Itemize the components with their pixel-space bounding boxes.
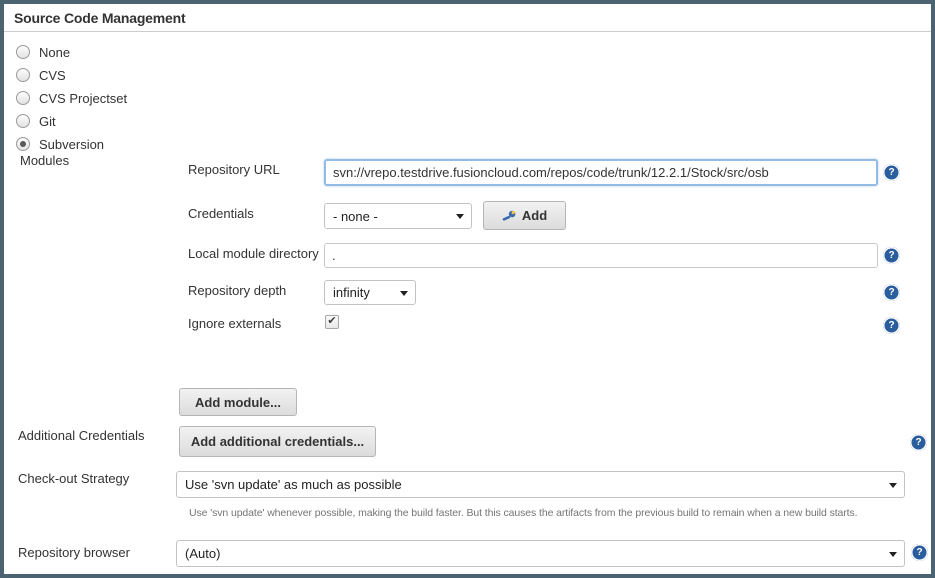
radio-subversion[interactable] [16,137,30,151]
credentials-select[interactable]: - none - [324,203,472,229]
section-title: Source Code Management [14,10,185,26]
add-additional-credentials-button[interactable]: Add additional credentials... [179,426,376,457]
scm-option-git[interactable]: Git [16,110,56,132]
source-code-management-panel: Source Code Management None CVS CVS Proj… [0,0,935,578]
repository-depth-select[interactable]: infinity [324,280,416,305]
radio-label[interactable]: Git [39,114,56,129]
title-divider [4,31,931,32]
repository-url-input[interactable] [324,159,878,186]
credentials-label: Credentials [188,206,254,221]
checkout-strategy-label: Check-out Strategy [18,471,129,486]
chevron-down-icon [400,291,408,296]
checkout-strategy-selected-value: Use 'svn update' as much as possible [185,477,402,492]
credentials-add-button-label: Add [522,208,547,223]
local-module-directory-input[interactable] [324,243,878,268]
scm-option-cvs[interactable]: CVS [16,64,66,86]
local-module-directory-label: Local module directory [188,246,319,261]
repository-depth-label: Repository depth [188,283,286,298]
chevron-down-icon [889,483,897,488]
add-additional-credentials-button-label: Add additional credentials... [191,434,364,449]
repository-url-help-icon[interactable] [883,164,900,181]
checkout-strategy-description: Use 'svn update' whenever possible, maki… [189,507,857,519]
radio-label[interactable]: Subversion [39,137,104,152]
ignore-externals-checkbox[interactable] [325,315,339,329]
repository-depth-selected-value: infinity [333,285,370,300]
radio-git[interactable] [16,114,30,128]
additional-credentials-label: Additional Credentials [18,428,144,443]
radio-label[interactable]: None [39,45,70,60]
repository-depth-help-icon[interactable] [883,284,900,301]
add-module-button-label: Add module... [195,395,281,410]
repository-browser-selected-value: (Auto) [185,546,220,561]
ignore-externals-label: Ignore externals [188,316,281,331]
radio-none[interactable] [16,45,30,59]
checkout-strategy-select[interactable]: Use 'svn update' as much as possible [176,471,905,498]
radio-cvs[interactable] [16,68,30,82]
credentials-add-button[interactable]: Add [483,201,566,230]
repository-url-label: Repository URL [188,162,280,177]
chevron-down-icon [456,214,464,219]
local-module-directory-help-icon[interactable] [883,247,900,264]
chevron-down-icon [889,552,897,557]
add-module-button[interactable]: Add module... [179,388,297,416]
modules-section-label: Modules [20,153,69,168]
repository-browser-select[interactable]: (Auto) [176,540,905,567]
scm-option-none[interactable]: None [16,41,70,63]
additional-credentials-help-icon[interactable] [910,434,927,451]
radio-label[interactable]: CVS Projectset [39,91,127,106]
scm-option-subversion[interactable]: Subversion [16,133,104,155]
repository-browser-label: Repository browser [18,545,130,560]
key-icon [502,209,517,223]
repository-browser-help-icon[interactable] [911,544,928,561]
radio-cvs-projectset[interactable] [16,91,30,105]
radio-label[interactable]: CVS [39,68,66,83]
ignore-externals-help-icon[interactable] [883,317,900,334]
credentials-selected-value: - none - [333,209,378,224]
scm-option-cvs-projectset[interactable]: CVS Projectset [16,87,127,109]
